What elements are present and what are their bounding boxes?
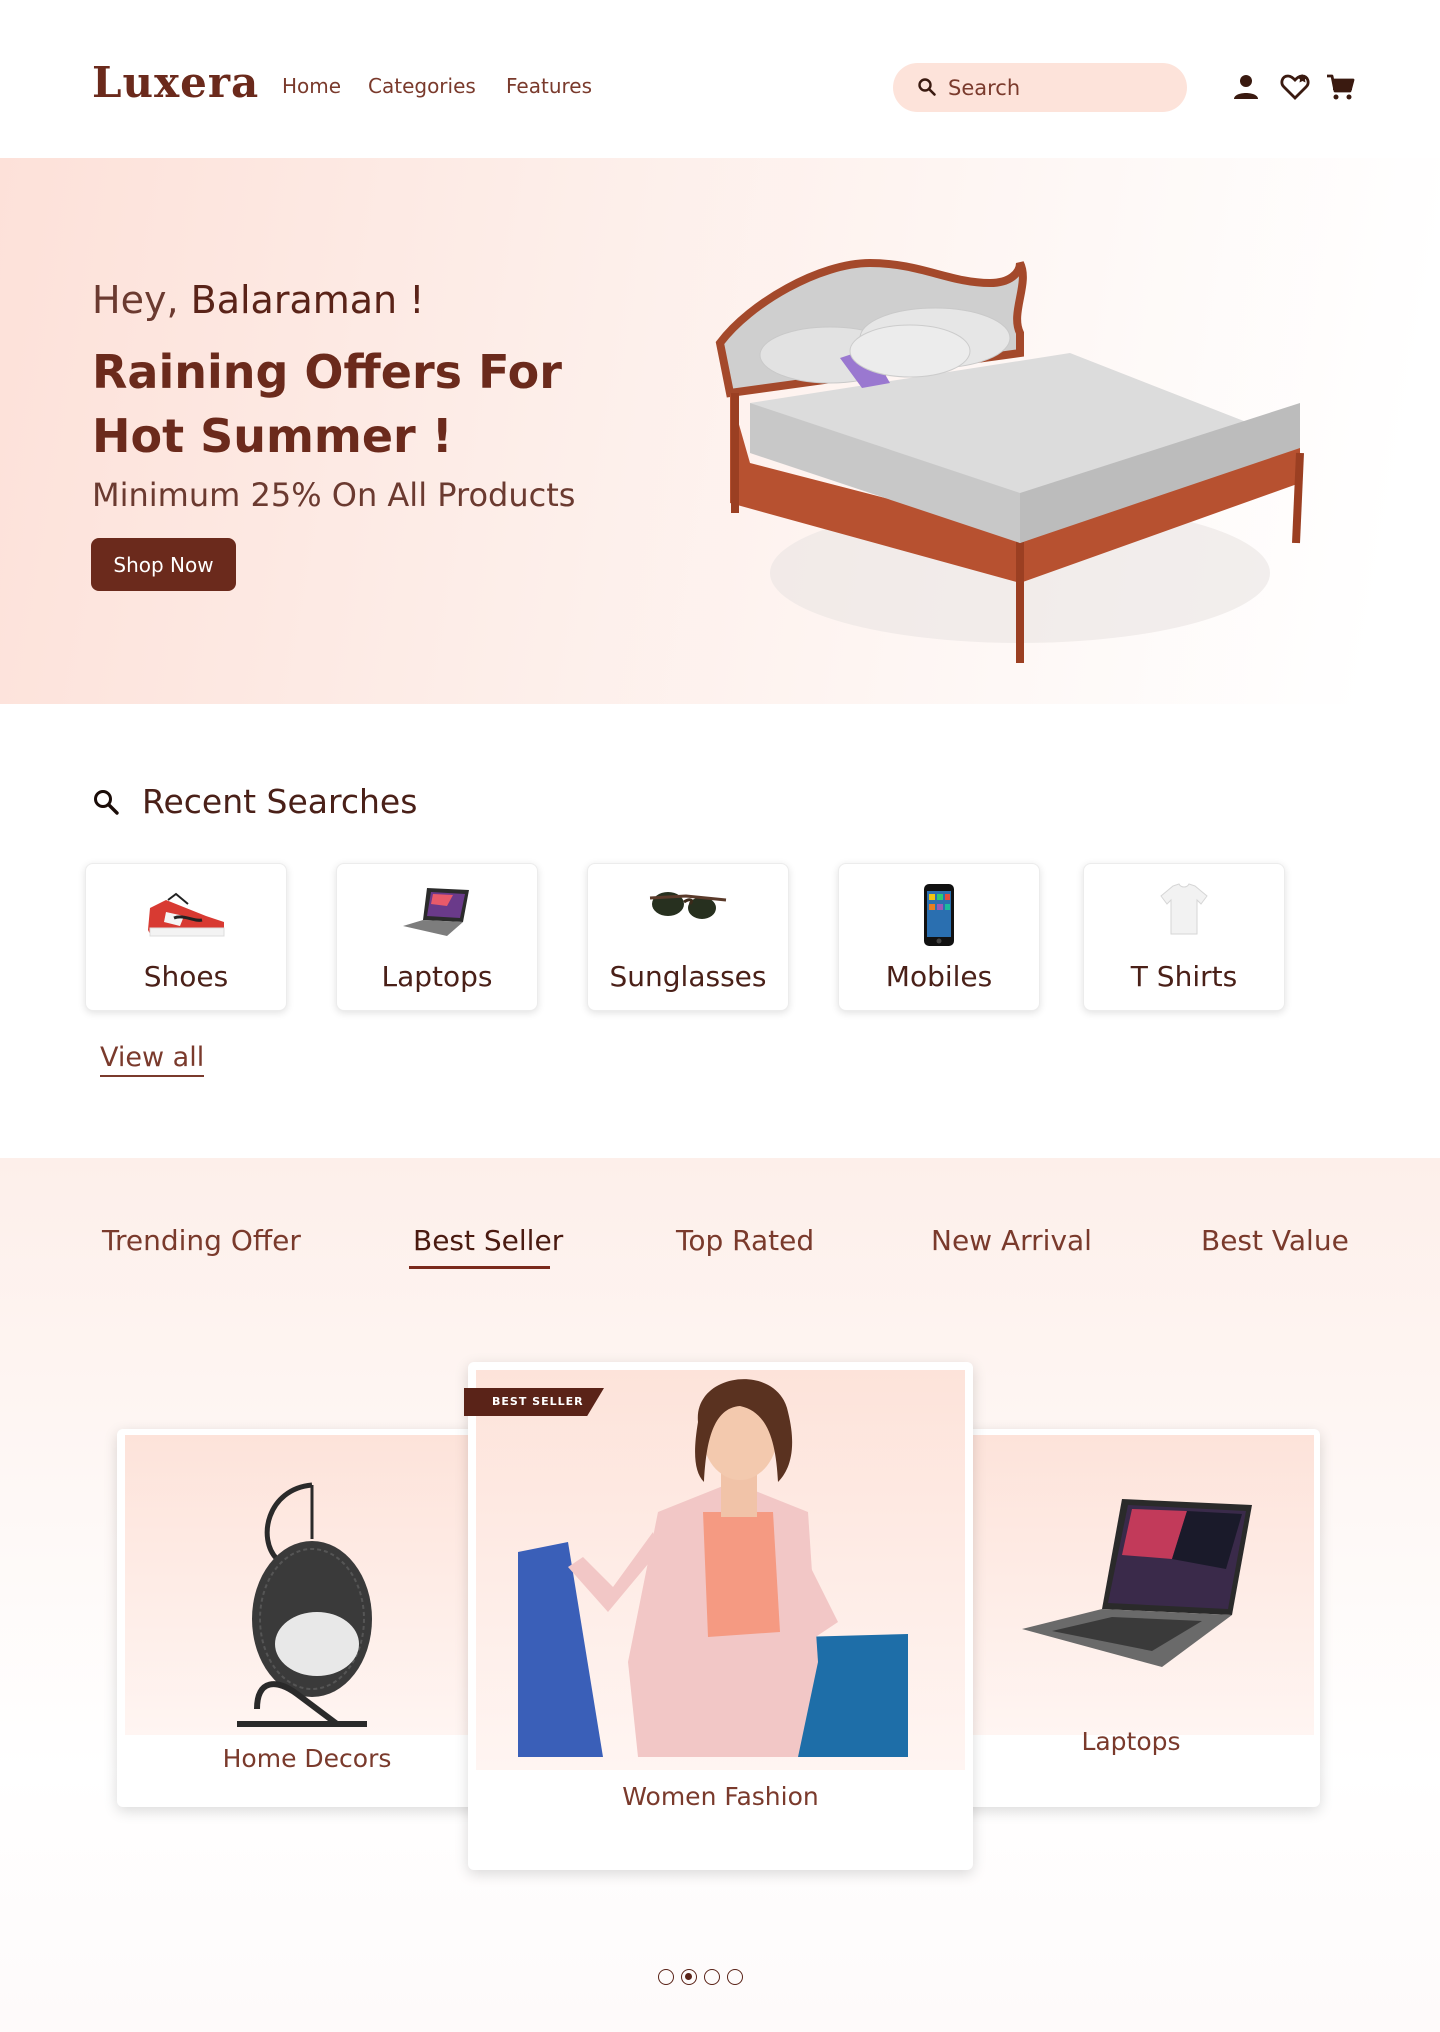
recent-item-label: Laptops: [381, 960, 493, 993]
recent-item-sunglasses[interactable]: Sunglasses: [587, 863, 789, 1011]
nav-features[interactable]: Features: [506, 74, 592, 98]
hanging-chair-image: [237, 1482, 372, 1727]
recent-searches-title: Recent Searches: [142, 782, 418, 821]
recent-item-laptops[interactable]: Laptops: [336, 863, 538, 1011]
search-input[interactable]: [948, 71, 1168, 104]
hero-subtitle: Minimum 25% On All Products: [92, 476, 576, 514]
best-seller-badge: BEST SELLER: [464, 1388, 604, 1416]
recent-item-label: Mobiles: [885, 960, 993, 993]
nav-categories[interactable]: Categories: [368, 74, 476, 98]
product-card-label: Home Decors: [222, 1744, 392, 1773]
laptop-icon: [403, 888, 469, 936]
nav-home[interactable]: Home: [282, 74, 341, 98]
carousel-dot-1[interactable]: [658, 1969, 674, 1985]
view-all-link[interactable]: View all: [100, 1042, 205, 1077]
tab-trending-offer[interactable]: Trending Offer: [102, 1224, 301, 1257]
product-card-women-fashion[interactable]: Women Fashion: [468, 1362, 973, 1870]
bed-image: [715, 258, 1304, 663]
cart-icon[interactable]: [1325, 72, 1355, 102]
recent-item-label: Sunglasses: [609, 960, 767, 993]
laptop-image: [1022, 1499, 1252, 1667]
search-icon: [918, 78, 936, 96]
carousel-dot-2[interactable]: [681, 1969, 697, 1985]
product-card-laptops[interactable]: Laptops: [942, 1429, 1320, 1807]
recent-item-shoes[interactable]: Shoes: [85, 863, 287, 1011]
active-tab-indicator: [409, 1266, 550, 1269]
product-card-label: Women Fashion: [622, 1782, 819, 1811]
tab-best-seller[interactable]: Best Seller: [413, 1224, 563, 1257]
user-icon[interactable]: [1231, 72, 1261, 102]
recent-item-t-shirts[interactable]: T Shirts: [1083, 863, 1285, 1011]
search-bar[interactable]: [893, 63, 1187, 112]
carousel-dot-4[interactable]: [727, 1969, 743, 1985]
heart-icon[interactable]: [1280, 72, 1310, 102]
recent-item-label: T Shirts: [1130, 960, 1238, 993]
hero-greeting: Hey, Balaraman !: [92, 278, 424, 322]
tab-best-value[interactable]: Best Value: [1201, 1224, 1349, 1257]
carousel-dot-3[interactable]: [704, 1969, 720, 1985]
product-card-home-decors[interactable]: Home Decors: [117, 1429, 497, 1807]
recent-item-label: Shoes: [143, 960, 229, 993]
hero-banner: Hey, Balaraman ! Raining Offers For Hot …: [0, 158, 1440, 704]
brand-logo[interactable]: Luxera: [92, 58, 259, 107]
shop-now-button[interactable]: Shop Now: [91, 538, 236, 591]
t-shirt-icon: [1160, 883, 1208, 935]
tab-new-arrival[interactable]: New Arrival: [931, 1224, 1092, 1257]
greeting-name: Balaraman !: [190, 278, 425, 322]
search-icon: [94, 790, 119, 815]
sunglasses-icon: [649, 892, 727, 919]
recent-item-mobiles[interactable]: Mobiles: [838, 863, 1040, 1011]
mobile-icon: [924, 884, 954, 946]
greeting-prefix: Hey,: [92, 278, 179, 322]
woman-fashion-image: [518, 1379, 908, 1757]
hero-title: Raining Offers For Hot Summer !: [92, 345, 562, 463]
shoe-icon: [148, 892, 225, 937]
product-card-label: Laptops: [1081, 1727, 1181, 1756]
header: Luxera Home Categories Features: [0, 0, 1440, 158]
tab-top-rated[interactable]: Top Rated: [676, 1224, 814, 1257]
